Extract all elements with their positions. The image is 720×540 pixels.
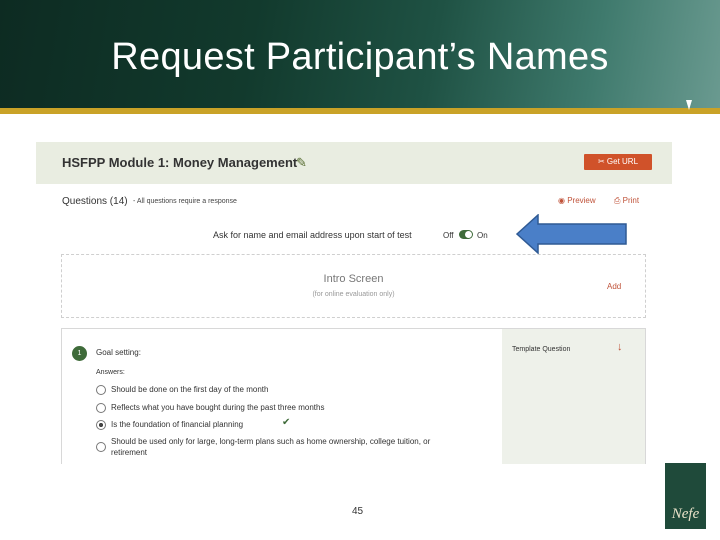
template-question-panel: Template Question ↓ (502, 329, 645, 464)
template-question-label: Template Question (512, 346, 571, 353)
gold-divider (0, 108, 720, 114)
intro-screen-box: Intro Screen (for online evaluation only… (61, 254, 646, 318)
down-arrow-icon[interactable]: ↓ (617, 341, 623, 353)
toggle-knob (465, 231, 472, 238)
preview-label: Preview (567, 196, 596, 205)
questions-note: - All questions require a response (133, 198, 237, 205)
questions-count-label: Questions (14) (62, 196, 128, 207)
radio-button[interactable] (96, 384, 106, 395)
divider-marker-icon (686, 100, 692, 110)
radio-button[interactable] (96, 402, 106, 413)
module-header-bar: HSFPP Module 1: Money Management ✎ ✂ Get… (36, 142, 672, 184)
radio-button-selected[interactable] (96, 419, 106, 430)
logo-text: Nefe (671, 506, 700, 522)
slide-title: Request Participant’s Names (111, 36, 609, 78)
answer-label: Reflects what you have bought during the… (111, 403, 325, 412)
link-icon: ✂ (597, 157, 607, 166)
module-title: HSFPP Module 1: Money Management (62, 155, 298, 170)
edit-pencil-icon[interactable]: ✎ (296, 155, 307, 171)
answer-option[interactable]: Reflects what you have bought during the… (96, 402, 324, 413)
radio-button[interactable] (96, 442, 106, 452)
answer-label: Should be done on the first day of the m… (111, 385, 269, 394)
answer-label: Should be used only for large, long-term… (111, 437, 431, 457)
left-arrow-icon (516, 214, 627, 254)
intro-add-link[interactable]: Add (607, 282, 621, 291)
preview-link[interactable]: ◉ Preview (558, 196, 596, 205)
question-number-badge: 1 (72, 346, 87, 361)
page-number: 45 (352, 506, 364, 517)
nefe-logo: Nefe (665, 463, 706, 529)
correct-check-icon: ✔ (282, 417, 291, 428)
get-url-label: Get URL (606, 157, 639, 166)
toggle-on-label: On (477, 231, 488, 240)
ask-name-toggle[interactable] (459, 230, 473, 239)
ask-name-email-label: Ask for name and email address upon star… (213, 230, 412, 240)
intro-screen-title: Intro Screen (323, 273, 384, 285)
slide-header: Request Participant’s Names (0, 0, 720, 108)
app-screenshot: HSFPP Module 1: Money Management ✎ ✂ Get… (36, 142, 672, 464)
eye-icon: ◉ (558, 196, 568, 205)
answer-label: Is the foundation of financial planning (111, 420, 244, 429)
get-url-button[interactable]: ✂ Get URL (584, 154, 652, 170)
intro-screen-subtitle: (for online evaluation only) (312, 291, 395, 298)
answers-label: Answers: (96, 369, 125, 376)
question-card: 1 Goal setting: Answers: Should be done … (61, 328, 646, 464)
printer-icon: ⎙ (614, 196, 623, 205)
answer-option[interactable]: Should be done on the first day of the m… (96, 384, 268, 395)
answer-option[interactable]: Should be used only for large, long-term… (96, 436, 441, 458)
answer-option-selected[interactable]: Is the foundation of financial planning (96, 419, 243, 430)
toggle-off-label: Off (443, 231, 454, 240)
question-text: Goal setting: (96, 348, 141, 357)
print-link[interactable]: ⎙ Print (614, 196, 639, 206)
print-label: Print (622, 196, 640, 205)
